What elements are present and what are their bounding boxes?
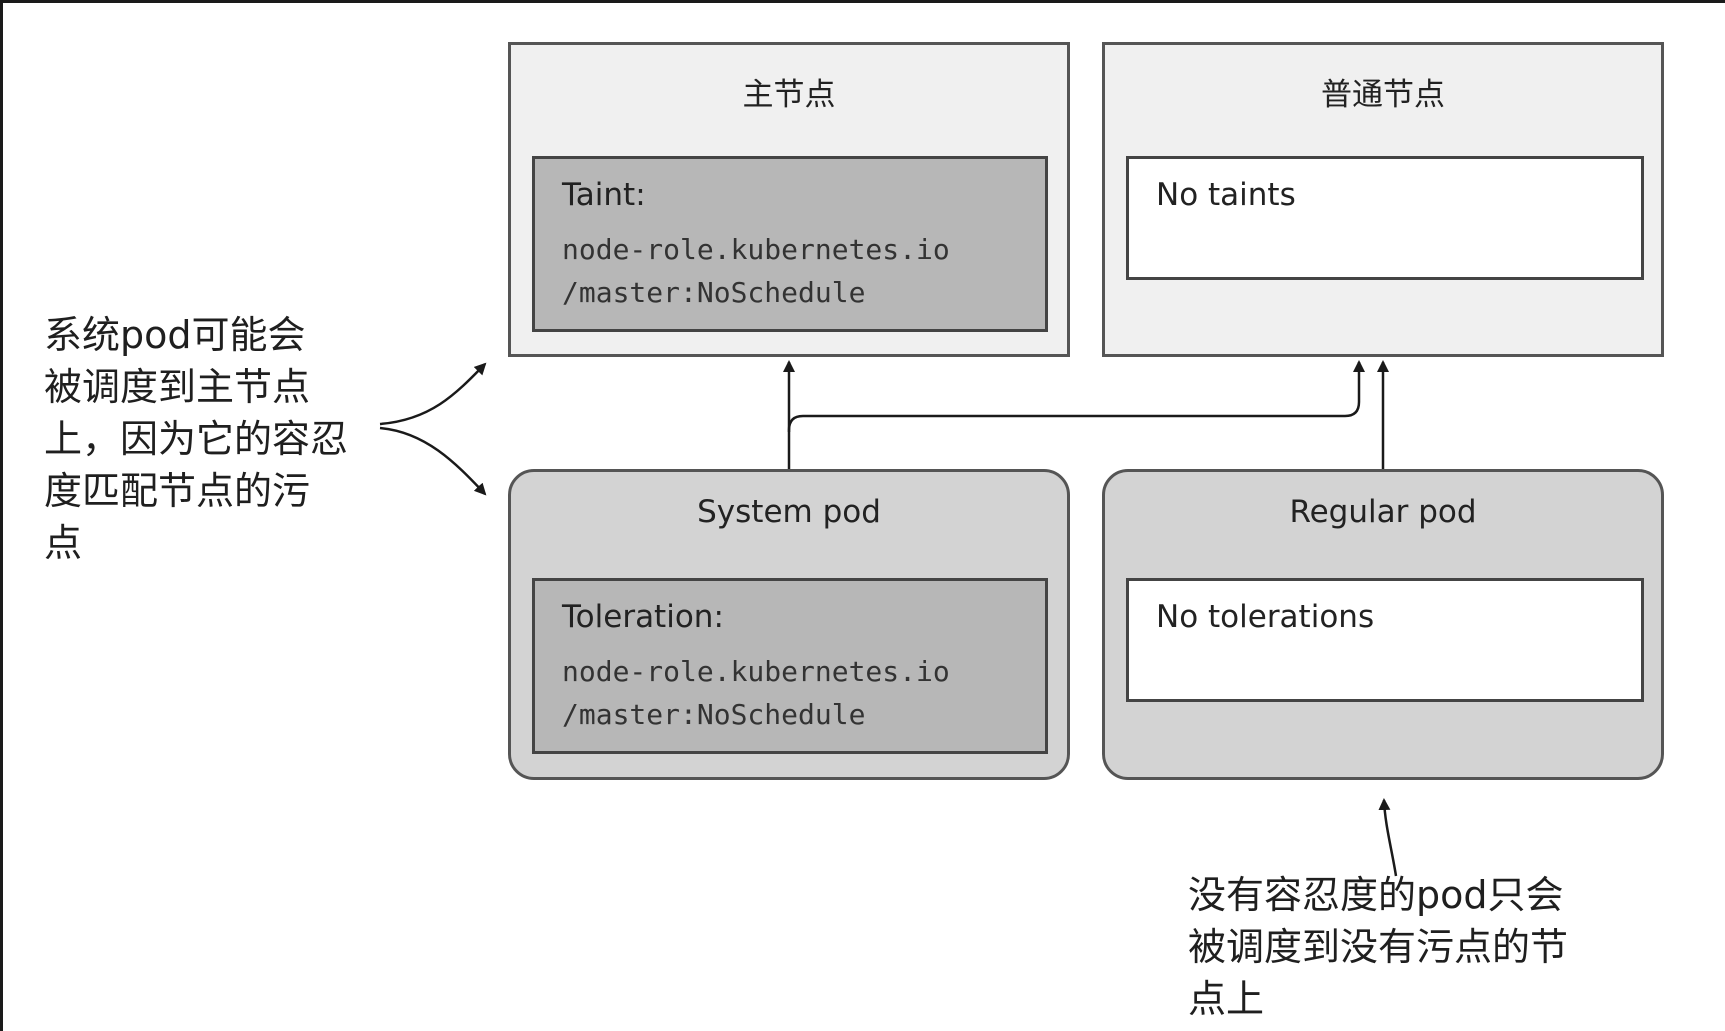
bottom-note-arrow (1378, 798, 1398, 877)
bottom-annotation: 没有容忍度的pod只会 被调度到没有污点的节 点上 (1188, 873, 1569, 1021)
left-note-arrow-down (379, 426, 487, 496)
system-pod-to-regular-node-arrow (787, 360, 1365, 432)
left-annotation: 系统pod可能会 被调度到主节点 上，因为它的容忍 度匹配节点的污 点 (44, 313, 349, 565)
left-note-arrow-up (379, 362, 487, 426)
